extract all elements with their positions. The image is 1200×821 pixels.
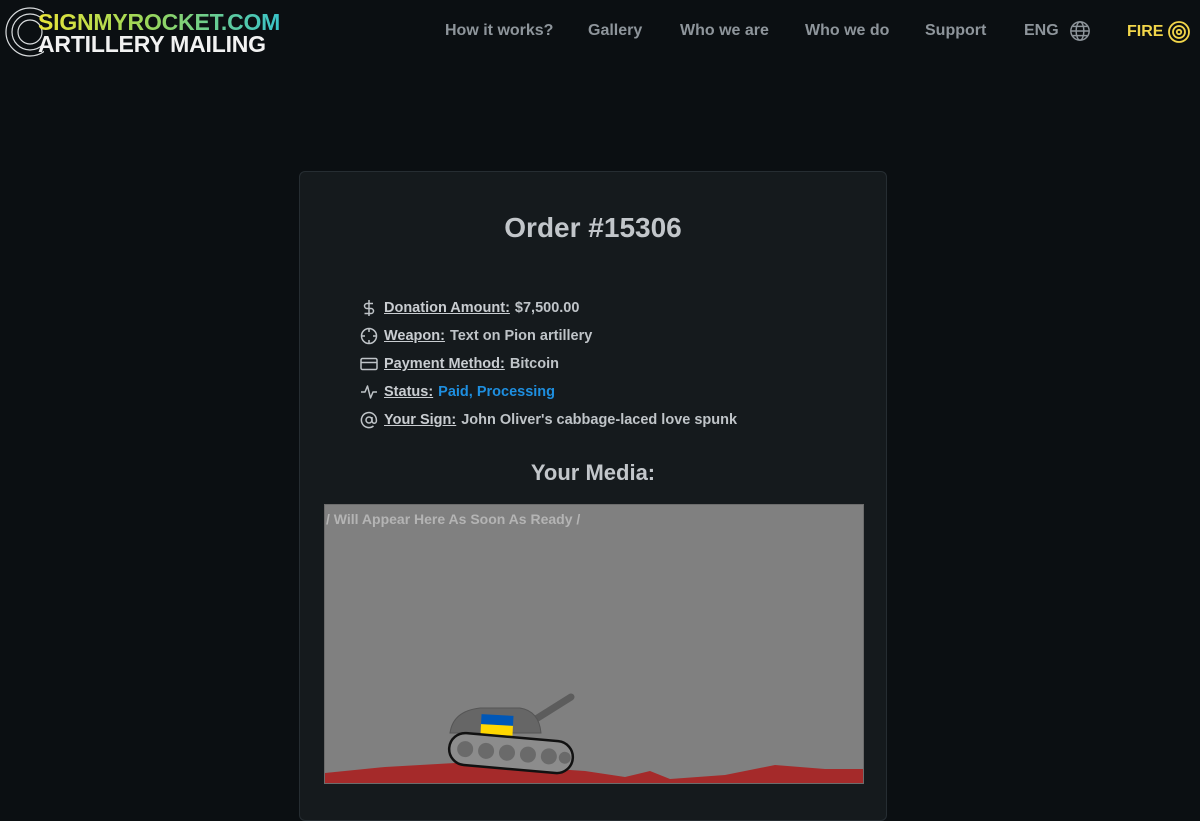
weapon-value: Text on Pion artillery [449,328,593,344]
sign-label: Your Sign: [384,412,457,428]
detail-row-status: Status: Paid, Processing [360,378,737,406]
nav-how-it-works[interactable]: How it works? [445,22,553,40]
dollar-icon [360,299,378,317]
red-ground [325,763,863,783]
crosshair-icon [360,327,378,345]
tank-illustration [325,693,863,783]
status-value: Paid, Processing [438,384,556,400]
nav-who-we-are[interactable]: Who we are [680,22,769,40]
detail-row-sign: Your Sign: John Oliver's cabbage-laced l… [360,406,737,434]
fire-button[interactable]: FIRE [1127,20,1191,44]
activity-icon [360,383,378,401]
media-preview: / Will Appear Here As Soon As Ready / [324,504,864,784]
ukraine-flag [480,714,514,736]
nav-who-we-do[interactable]: Who we do [805,22,889,40]
language-label: ENG [1024,22,1059,39]
site-header: SIGNMYROCKET.COM ARTILLERY MAILING How i… [0,0,1200,64]
nav-gallery[interactable]: Gallery [588,22,642,40]
payment-value: Bitcoin [509,356,559,372]
sign-value: John Oliver's cabbage-laced love spunk [461,412,738,428]
order-title: Order #15306 [504,212,682,243]
donation-label: Donation Amount: [384,300,510,316]
detail-row-donation: Donation Amount: $7,500.00 [360,294,737,322]
status-label: Status: [384,384,434,400]
language-selector[interactable]: ENG [1024,20,1091,42]
globe-icon [1069,21,1090,41]
main-nav: How it works? Gallery Who we are Who we … [0,0,1200,64]
weapon-label: Weapon: [384,328,445,344]
fire-label: FIRE [1127,23,1164,40]
at-sign-icon [360,411,378,429]
order-card: Order #15306 Donation Amount: $7,500.00 … [299,171,887,821]
detail-row-weapon: Weapon: Text on Pion artillery [360,322,737,350]
nav-support[interactable]: Support [925,22,986,40]
order-details: Donation Amount: $7,500.00 Weapon: Text … [360,294,737,434]
media-title: Your Media: [530,460,656,485]
credit-card-icon [360,355,378,373]
target-icon [1168,21,1191,43]
donation-value: $7,500.00 [514,300,580,316]
detail-row-payment: Payment Method: Bitcoin [360,350,737,378]
payment-label: Payment Method: [384,356,505,372]
